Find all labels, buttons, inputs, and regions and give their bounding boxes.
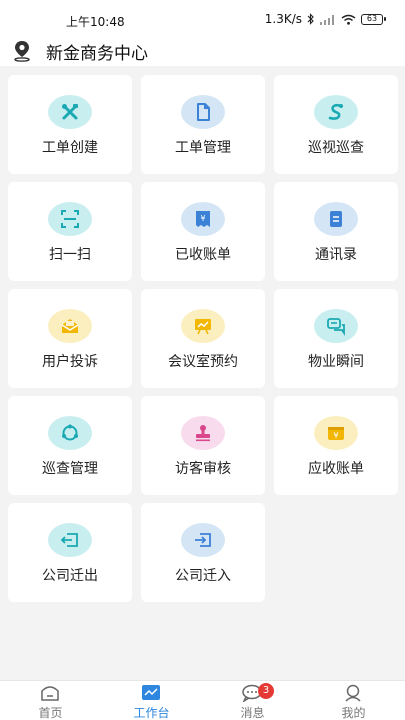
grid-item-label: 应收账单 — [308, 461, 364, 477]
tab-label: 消息 — [240, 706, 265, 720]
grid-item-label: 巡视巡查 — [308, 140, 364, 156]
grid-item-label: 用户投诉 — [42, 354, 98, 370]
grid-item-inspection-manage[interactable]: 巡查管理 — [8, 396, 132, 495]
contacts-icon — [330, 211, 342, 227]
cycle-icon — [62, 424, 78, 441]
stamp-icon — [196, 425, 210, 442]
tab-messages[interactable]: 3 消息 — [202, 681, 303, 720]
grid-item-user-complaint[interactable]: 用户投诉 — [8, 289, 132, 388]
signal-icon — [320, 14, 334, 25]
tools-icon — [62, 104, 78, 120]
grid-item-label: 公司迁入 — [175, 568, 231, 584]
grid-item-scan[interactable]: 扫一扫 — [8, 182, 132, 281]
grid-item-receivable-bills[interactable]: ¥ 应收账单 — [274, 396, 398, 495]
unread-badge: 3 — [258, 683, 274, 699]
bluetooth-icon — [307, 13, 314, 25]
status-time: 上午10:48 — [66, 15, 125, 29]
tab-label: 工作台 — [133, 706, 170, 720]
network-speed: 1.3K/s — [264, 12, 302, 26]
scan-icon — [61, 210, 79, 228]
grid-item-work-order-create[interactable]: 工单创建 — [8, 75, 132, 174]
grid-item-label: 会议室预约 — [168, 354, 238, 370]
battery-indicator: 63 — [361, 13, 386, 25]
header: 新金商务中心 — [0, 36, 405, 66]
receivable-bill-icon: ¥ — [328, 427, 344, 440]
tab-home[interactable]: 首页 — [0, 681, 101, 720]
meeting-board-icon — [195, 319, 211, 335]
location-pin-icon[interactable] — [13, 40, 31, 62]
tab-profile[interactable]: 我的 — [303, 681, 404, 720]
grid-item-patrol-inspection[interactable]: 巡视巡查 — [274, 75, 398, 174]
status-icons: 1.3K/s 63 — [264, 12, 386, 26]
grid-item-contacts[interactable]: 通讯录 — [274, 182, 398, 281]
grid-item-label: 工单管理 — [175, 140, 231, 156]
home-icon — [41, 686, 59, 701]
grid-item-visitor-review[interactable]: 访客审核 — [141, 396, 265, 495]
status-bar: 上午10:48 1.3K/s 63 — [0, 0, 405, 36]
workbench-icon — [142, 685, 160, 700]
grid-item-work-order-manage[interactable]: 工单管理 — [141, 75, 265, 174]
received-bill-icon: ¥ — [196, 211, 210, 227]
grid-item-property-moments[interactable]: 物业瞬间 — [274, 289, 398, 388]
tab-label: 我的 — [341, 706, 366, 720]
grid-item-label: 扫一扫 — [49, 247, 91, 263]
tab-workbench[interactable]: 工作台 — [101, 681, 202, 720]
grid-item-company-move-out[interactable]: 公司迁出 — [8, 503, 132, 602]
grid-item-received-bills[interactable]: ¥ 已收账单 — [141, 182, 265, 281]
grid-item-label: 访客审核 — [175, 461, 231, 477]
grid-item-label: 工单创建 — [42, 140, 98, 156]
bottom-tab-bar: 首页 工作台 3 消息 我的 — [0, 680, 405, 720]
svg-text:¥: ¥ — [333, 431, 338, 440]
wifi-icon — [341, 14, 356, 25]
grid-item-label: 物业瞬间 — [308, 354, 364, 370]
svg-text:¥: ¥ — [200, 214, 205, 223]
grid-item-label: 通讯录 — [315, 247, 357, 263]
move-in-icon — [195, 533, 211, 547]
chat-bubbles-icon — [327, 318, 345, 336]
move-out-icon — [60, 533, 78, 547]
patrol-route-icon — [328, 103, 343, 120]
tab-label: 首页 — [38, 706, 63, 720]
page-title: 新金商务中心 — [46, 44, 148, 64]
grid-item-label: 巡查管理 — [42, 461, 98, 477]
grid-item-meeting-room[interactable]: 会议室预约 — [141, 289, 265, 388]
grid-item-label: 公司迁出 — [42, 568, 98, 584]
grid-item-company-move-in[interactable]: 公司迁入 — [141, 503, 265, 602]
grid-item-label: 已收账单 — [175, 247, 231, 263]
profile-icon — [345, 684, 361, 702]
complaint-mail-icon — [61, 319, 79, 333]
document-icon — [197, 103, 210, 121]
